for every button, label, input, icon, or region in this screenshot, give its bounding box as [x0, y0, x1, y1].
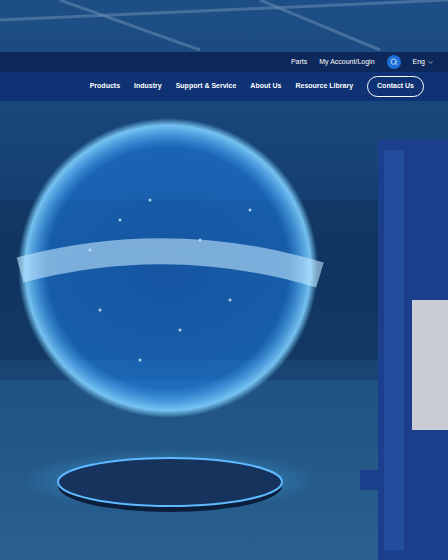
nav-item[interactable]: Support & Service: [176, 81, 237, 92]
search-button[interactable]: [387, 55, 401, 69]
nav-item[interactable]: Industry: [134, 81, 162, 92]
nav-item[interactable]: About Us: [250, 81, 281, 92]
utility-link[interactable]: My Account/Login: [319, 57, 374, 68]
search-icon: [390, 58, 398, 66]
nav-item[interactable]: Resource Library: [295, 81, 353, 92]
nav-item[interactable]: Products: [90, 81, 120, 92]
chevron-down-icon: [427, 59, 434, 66]
page: Parts My Account/Login Eng Products Industry…: [0, 0, 448, 560]
contact-button[interactable]: Contact Us: [367, 76, 424, 97]
main-nav: Products Industry Support & Service About U…: [0, 72, 448, 101]
utility-link[interactable]: Parts: [291, 57, 307, 68]
language-selector[interactable]: Eng: [413, 57, 434, 68]
utility-bar: Parts My Account/Login Eng: [0, 52, 448, 72]
site-header: Parts My Account/Login Eng Products Industry…: [0, 52, 448, 101]
